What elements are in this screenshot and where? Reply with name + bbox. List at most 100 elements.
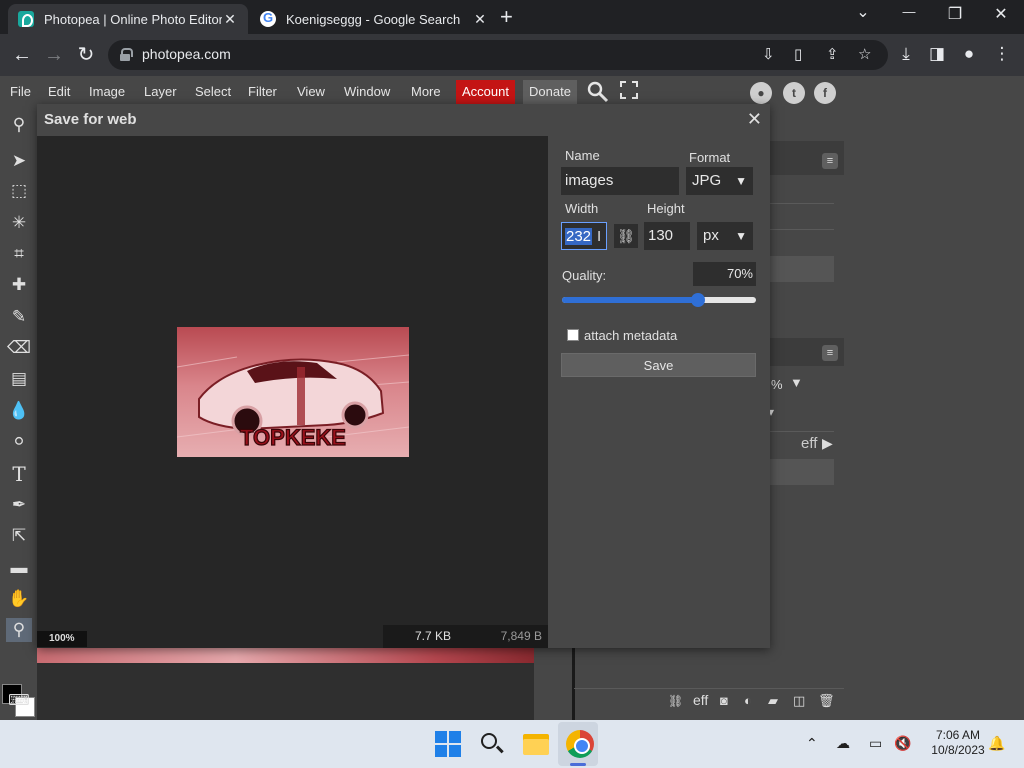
- panel-menu-icon[interactable]: ≡: [822, 153, 838, 169]
- chrome-taskbar-icon[interactable]: [566, 730, 594, 758]
- brush-tool-icon[interactable]: ✎: [6, 305, 32, 329]
- facebook-icon[interactable]: f: [814, 82, 836, 104]
- menu-filter[interactable]: Filter: [248, 84, 277, 99]
- mask-icon[interactable]: ◙: [720, 693, 728, 708]
- hand-tool-icon[interactable]: ✋: [6, 587, 32, 611]
- tab-close-icon[interactable]: ✕: [222, 11, 238, 28]
- new-layer-icon[interactable]: ◫: [793, 693, 805, 709]
- account-button[interactable]: Account: [456, 80, 515, 104]
- name-label: Name: [565, 148, 600, 163]
- menu-image[interactable]: Image: [89, 84, 125, 99]
- onedrive-icon[interactable]: ☁: [836, 735, 850, 752]
- restore-icon[interactable]: ❐: [945, 4, 965, 24]
- dialog-close-icon[interactable]: ✕: [747, 109, 762, 130]
- attach-metadata-checkbox[interactable]: [567, 329, 579, 341]
- zoom-tool-active-icon[interactable]: ⚲: [6, 618, 32, 642]
- layer-effects-icon[interactable]: eff: [693, 692, 708, 708]
- page-icon[interactable]: ▯: [794, 45, 802, 63]
- volume-muted-icon[interactable]: 🔇: [894, 735, 911, 752]
- export-preview[interactable]: TOPKEKE 100% 7.7 KB 7,849 B: [37, 136, 548, 648]
- keyboard-icon[interactable]: ⌨: [6, 689, 32, 713]
- gradient-tool-icon[interactable]: ▤: [6, 367, 32, 391]
- path-select-tool-icon[interactable]: ⇱: [6, 524, 32, 548]
- tab-google-search[interactable]: Koenigseggg - Google Search ✕: [250, 4, 498, 34]
- install-app-icon[interactable]: ⇩: [762, 45, 775, 63]
- windows-start-icon[interactable]: [434, 730, 462, 758]
- menu-file[interactable]: File: [10, 84, 31, 99]
- dodge-tool-icon[interactable]: ⚪: [6, 430, 32, 454]
- link-layers-icon[interactable]: ⛓: [668, 694, 683, 708]
- link-aspect-icon[interactable]: ⛓: [614, 224, 638, 248]
- address-bar[interactable]: photopea.com ⇩ ▯ ⇪ ☆: [108, 40, 888, 70]
- side-panel-icon[interactable]: ◨: [927, 45, 947, 63]
- new-tab-button[interactable]: +: [500, 6, 518, 28]
- eraser-tool-icon[interactable]: ⌫: [6, 336, 32, 360]
- file-explorer-icon[interactable]: [522, 730, 550, 758]
- attach-metadata-label[interactable]: attach metadata: [584, 328, 677, 343]
- system-clock[interactable]: 7:06 AM 10/8/2023: [918, 728, 998, 758]
- layer-row[interactable]: [770, 459, 834, 485]
- panel-divider: [574, 688, 844, 689]
- file-size-readout: 7.7 KB 7,849 B: [383, 625, 548, 648]
- twitter-icon[interactable]: t: [783, 82, 805, 104]
- browser-menu-icon[interactable]: ⋮: [992, 45, 1012, 63]
- fullscreen-icon[interactable]: [620, 81, 638, 104]
- menu-more[interactable]: More: [411, 84, 441, 99]
- quality-input[interactable]: 70%: [693, 262, 756, 286]
- tab-close-icon[interactable]: ✕: [472, 11, 488, 28]
- save-button[interactable]: Save: [561, 353, 756, 377]
- menu-window[interactable]: Window: [344, 84, 390, 99]
- donate-button[interactable]: Donate: [523, 80, 577, 104]
- panel-divider: [770, 203, 834, 204]
- group-folder-icon[interactable]: ▰: [768, 693, 778, 709]
- zoom-tool-icon[interactable]: ⚲: [6, 113, 32, 137]
- menu-layer[interactable]: Layer: [144, 84, 177, 99]
- dialog-title: Save for web: [44, 111, 137, 128]
- display-icon[interactable]: ▭: [869, 735, 882, 752]
- expand-arrow-icon[interactable]: ▶: [822, 435, 833, 452]
- profile-icon[interactable]: ●: [959, 45, 979, 63]
- minimize-icon[interactable]: —: [899, 4, 919, 19]
- format-select[interactable]: JPG ▼: [686, 167, 753, 195]
- healing-tool-icon[interactable]: ✚: [6, 273, 32, 297]
- panel-scroll-edge: [572, 644, 575, 720]
- move-tool-icon[interactable]: ➤: [6, 149, 32, 173]
- marquee-tool-icon[interactable]: ⬚: [6, 179, 32, 203]
- reload-icon[interactable]: ↻: [75, 44, 97, 66]
- tab-photopea[interactable]: Photopea | Online Photo Editor ✕: [8, 4, 248, 34]
- export-settings-panel: Name images Format JPG ▼ Width 232 I ⛓ H…: [548, 136, 770, 648]
- unit-select[interactable]: px ▼: [697, 222, 753, 250]
- back-icon[interactable]: ←: [11, 44, 33, 66]
- pen-tool-icon[interactable]: ✒: [6, 493, 32, 517]
- downloads-icon[interactable]: ⤓: [896, 45, 916, 63]
- share-icon[interactable]: ⇪: [826, 45, 839, 63]
- lock-icon[interactable]: [120, 48, 133, 61]
- forward-icon[interactable]: →: [43, 44, 65, 66]
- opacity-dropdown-icon[interactable]: ▼: [790, 375, 803, 390]
- reddit-icon[interactable]: ●: [750, 82, 772, 104]
- menu-select[interactable]: Select: [195, 84, 231, 99]
- type-tool-icon[interactable]: T: [6, 462, 32, 486]
- layers-menu-icon[interactable]: ≡: [822, 345, 838, 361]
- quality-label: Quality:: [562, 268, 607, 283]
- adjustment-icon[interactable]: ◐: [744, 693, 752, 708]
- panel-field[interactable]: [770, 256, 834, 282]
- tab-search-icon[interactable]: ⌄: [853, 2, 873, 22]
- bookmark-star-icon[interactable]: ☆: [858, 45, 871, 63]
- shape-tool-icon[interactable]: ▬: [6, 556, 32, 580]
- height-input[interactable]: 130: [644, 222, 690, 250]
- quality-slider-thumb[interactable]: [690, 293, 705, 307]
- url-text[interactable]: photopea.com: [142, 46, 231, 62]
- window-close-icon[interactable]: ✕: [991, 4, 1011, 24]
- magic-wand-tool-icon[interactable]: ✳: [6, 211, 32, 235]
- delete-layer-icon[interactable]: 🗑: [818, 693, 835, 709]
- menu-edit[interactable]: Edit: [48, 84, 70, 99]
- show-hidden-icons-icon[interactable]: ⌃: [806, 735, 818, 752]
- name-input[interactable]: images: [561, 167, 679, 195]
- menu-view[interactable]: View: [297, 84, 325, 99]
- quality-slider[interactable]: [562, 293, 756, 307]
- blur-tool-icon[interactable]: 💧: [6, 399, 32, 423]
- taskbar-search-icon[interactable]: [478, 730, 506, 758]
- width-input[interactable]: 232 I: [561, 222, 607, 250]
- crop-tool-icon[interactable]: ⌗: [6, 242, 32, 266]
